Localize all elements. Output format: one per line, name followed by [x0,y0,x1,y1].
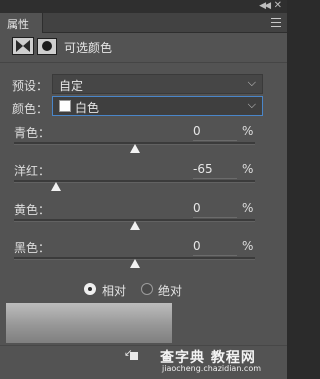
layer-preview [6,303,172,343]
yellow-value-underline [193,217,237,218]
black-slider-thumb[interactable] [129,259,140,268]
adjustment-title: 可选颜色 [64,41,113,55]
panel-title-bar: ◀◀ ✕ [0,0,287,13]
preset-value: 自定 [59,79,84,93]
double-arrow-icon[interactable]: ◀◀ [259,1,271,11]
radio-absolute-label[interactable]: 绝对 [158,282,182,299]
tab-properties-label: 属性 [7,18,29,31]
black-value-field[interactable]: 0 [193,239,237,253]
yellow-slider-thumb[interactable] [129,221,140,230]
colors-select[interactable]: 白色 ⌵ [52,96,263,116]
cyan-value-field[interactable]: 0 [193,124,237,138]
magenta-slider-track[interactable] [14,180,255,183]
slider-label-black: 黑色： [14,241,51,255]
preset-label: 预设： [12,79,49,93]
colors-label: 颜色： [12,102,49,116]
divider [0,62,287,63]
slider-label-magenta: 洋红： [14,164,51,178]
chevron-down-icon: ⌵ [247,76,256,89]
watermark: 查字典 教程网 jiaocheng.chazidian.com [160,347,280,373]
radio-relative-label[interactable]: 相对 [102,282,126,299]
yellow-value-field[interactable]: 0 [193,201,237,215]
watermark-url: jiaocheng.chazidian.com [162,364,262,373]
panel-menu-icon[interactable] [271,18,281,27]
cyan-slider-thumb[interactable] [129,144,140,153]
color-swatch [59,100,71,112]
tab-bar [0,13,287,33]
clip-to-layer-icon[interactable]: ↙ [124,348,138,362]
radio-relative[interactable] [84,283,96,295]
tab-properties[interactable]: 属性 [0,13,43,33]
close-icon[interactable]: ✕ [274,0,282,11]
magenta-value-underline [193,178,237,179]
radio-absolute[interactable] [141,283,153,295]
cyan-value-underline [193,140,237,141]
slider-label-cyan: 青色： [14,126,51,140]
layer-mask-icon[interactable] [37,38,57,55]
preset-select[interactable]: 自定 ⌵ [52,74,263,94]
chevron-down-icon: ⌵ [247,98,256,111]
black-unit: % [242,239,254,253]
slider-label-yellow: 黄色： [14,203,51,217]
magenta-unit: % [242,162,254,176]
magenta-slider-thumb[interactable] [51,182,62,191]
cyan-unit: % [242,124,254,138]
magenta-value-field[interactable]: -65 [193,162,237,176]
yellow-unit: % [242,201,254,215]
adjustment-icon[interactable] [12,37,34,55]
colors-value: 白色 [75,101,100,115]
black-value-underline [193,255,237,256]
